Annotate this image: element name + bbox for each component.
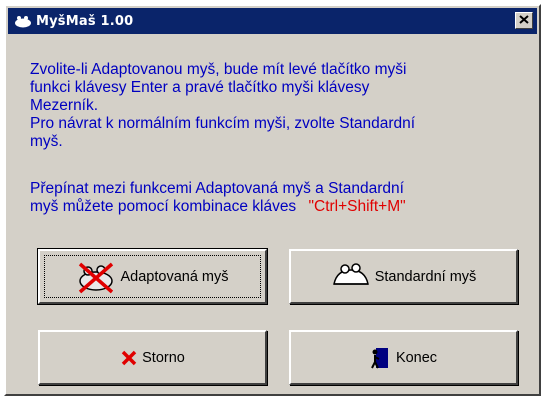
info-line: myš můžete pomocí kombinace kláves "Ctrl… [30,198,510,216]
mouse-icon [14,14,32,28]
info-line: Zvolite-li Adaptovanou myš, bude mít lev… [30,61,407,78]
standard-mouse-label: Standardní myš [374,268,477,285]
info-line: Mezerník. [30,97,99,114]
red-x-icon [120,349,138,367]
hotkey-text: "Ctrl+Shift+M" [308,198,406,215]
info-line: Přepínat mezi funkcemi Adaptovaná myš a … [30,180,404,197]
info-line: myš. [30,133,63,150]
info-text: Zvolite-li Adaptovanou myš, bude mít lev… [30,61,510,151]
info-line: Pro návrat k normálním funkcím myši, zvo… [30,115,416,132]
shortcut-text: Přepínat mezi funkcemi Adaptovaná myš a … [30,180,510,216]
dialog-window: MyšMaš 1.00 Zvolite-li Adaptovanou myš, … [4,4,541,396]
standard-mouse-button[interactable]: Standardní myš [289,249,518,304]
adaptive-mouse-button[interactable]: Adaptovaná myš [37,248,268,305]
cancel-label: Storno [142,349,185,366]
info-line: funkci klávesy Enter a pravé tlačítko my… [30,79,370,96]
title-bar[interactable]: MyšMaš 1.00 [8,8,537,34]
shortcut-prefix: myš můžete pomocí kombinace kláves [30,198,297,215]
close-button[interactable] [515,12,533,29]
window-title: MyšMaš 1.00 [36,13,134,29]
mouse-outline-icon [331,262,371,292]
door-exit-icon [370,346,392,370]
exit-label: Konec [395,349,438,366]
focus-rect [44,255,261,298]
cancel-button[interactable]: Storno [38,330,267,385]
exit-button[interactable]: Konec [289,330,518,385]
close-icon [519,13,529,28]
